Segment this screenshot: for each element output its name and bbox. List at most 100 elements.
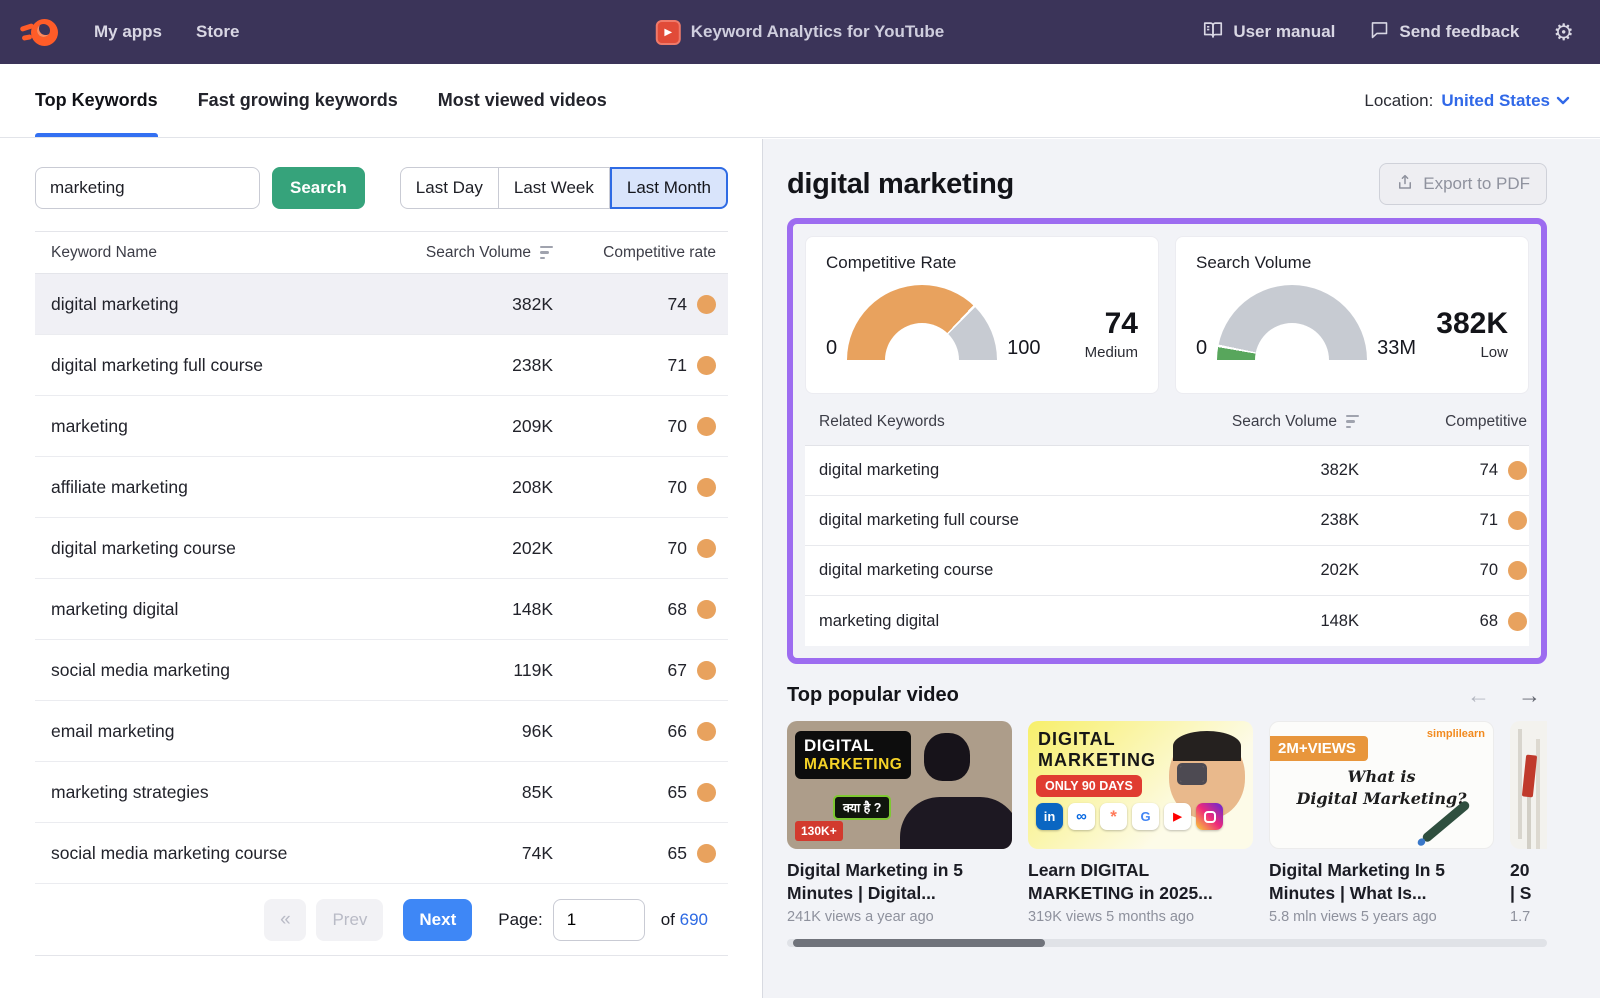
rate-dot <box>697 417 716 436</box>
carousel-right-arrow-icon[interactable]: → <box>1518 682 1541 709</box>
search-button[interactable]: Search <box>272 167 365 209</box>
rate-dot <box>697 722 716 741</box>
user-manual-link[interactable]: User manual <box>1202 19 1335 46</box>
filter-last-month[interactable]: Last Month <box>610 167 728 209</box>
related-table-header: Related Keywords Search Volume Competiti… <box>805 398 1529 446</box>
keyword-cell: marketing digital <box>35 599 383 620</box>
keyword-cell: digital marketing <box>35 294 383 315</box>
video-card[interactable]: DIGITAL MARKETING ONLY 90 DAYS in ∞ * G … <box>1028 721 1253 925</box>
upload-icon <box>1396 173 1414 196</box>
gauge-title: Competitive Rate <box>826 253 1138 273</box>
nav-store[interactable]: Store <box>196 22 239 42</box>
video-card[interactable]: 2M+VIEWS simplilearn What is Digital Mar… <box>1269 721 1494 925</box>
video-card[interactable]: 20 | S 1.7 <box>1510 721 1547 925</box>
volume-cell: 85K <box>383 782 553 803</box>
app-header: ▶ Keyword Analytics for YouTube <box>656 20 944 45</box>
export-to-pdf-button[interactable]: Export to PDF <box>1379 163 1547 205</box>
sort-descending-icon <box>540 246 553 260</box>
gauge-level: Medium <box>1085 344 1138 361</box>
chat-bubble-icon <box>1369 19 1390 45</box>
tab-most-viewed-videos[interactable]: Most viewed videos <box>438 64 607 137</box>
total-pages-link[interactable]: 690 <box>680 910 708 929</box>
send-feedback-link[interactable]: Send feedback <box>1369 19 1519 45</box>
highlighted-summary-box: Competitive Rate 0 100 74 Medi <box>787 218 1547 664</box>
rate-cell: 74 <box>553 294 728 315</box>
table-row[interactable]: marketing 209K 70 <box>35 396 728 457</box>
table-row[interactable]: social media marketing course 74K 65 <box>35 823 728 884</box>
time-filter-segment: Last Day Last Week Last Month <box>400 167 728 209</box>
video-thumbnail <box>1510 721 1547 849</box>
table-row[interactable]: marketing strategies 85K 65 <box>35 762 728 823</box>
related-row[interactable]: digital marketing course 202K 70 <box>805 546 1529 596</box>
video-thumbnail: DIGITAL MARKETING ONLY 90 DAYS in ∞ * G … <box>1028 721 1253 849</box>
nav-my-apps[interactable]: My apps <box>94 22 162 42</box>
keyword-cell: social media marketing course <box>35 843 383 864</box>
tab-fast-growing-keywords[interactable]: Fast growing keywords <box>198 64 398 137</box>
keyword-cell: marketing strategies <box>35 782 383 803</box>
video-thumbnail: 2M+VIEWS simplilearn What is Digital Mar… <box>1269 721 1494 849</box>
table-header: Keyword Name Search Volume Competitive r… <box>35 232 728 274</box>
table-row[interactable]: affiliate marketing 208K 70 <box>35 457 728 518</box>
keywords-panel: Search Last Day Last Week Last Month Key… <box>0 139 761 998</box>
page-total: of 690 <box>661 910 708 930</box>
rate-dot <box>697 600 716 619</box>
search-input[interactable] <box>35 167 260 209</box>
competitive-rate-card: Competitive Rate 0 100 74 Medi <box>805 236 1159 394</box>
table-row[interactable]: email marketing 96K 66 <box>35 701 728 762</box>
logo-ball <box>31 19 58 46</box>
volume-cell: 119K <box>383 660 553 681</box>
gauge-value: 382K <box>1436 307 1508 341</box>
keyword-detail-panel: digital marketing Export to PDF Competit… <box>762 139 1600 998</box>
views-badge: 2M+VIEWS <box>1270 736 1368 761</box>
video-card[interactable]: DIGITAL MARKETING क्या है ? 130K+ Digita… <box>787 721 1012 925</box>
volume-cell: 148K <box>383 599 553 620</box>
table-row[interactable]: digital marketing full course 238K 71 <box>35 335 728 396</box>
video-title: Digital Marketing In 5 Minutes | What Is… <box>1269 859 1494 905</box>
book-icon <box>1202 19 1224 46</box>
rate-cell: 67 <box>553 660 728 681</box>
related-row[interactable]: marketing digital 148K 68 <box>805 596 1529 646</box>
carousel-left-arrow-icon[interactable]: ← <box>1467 682 1490 709</box>
rate-dot <box>697 478 716 497</box>
related-keywords-table: Related Keywords Search Volume Competiti… <box>805 398 1529 646</box>
table-row[interactable]: marketing digital 148K 68 <box>35 579 728 640</box>
filter-last-day[interactable]: Last Day <box>400 167 499 209</box>
rate-cell: 71 <box>1359 511 1529 530</box>
header-competitive: Competitive <box>1359 413 1529 431</box>
location-selector[interactable]: United States <box>1441 91 1570 111</box>
semrush-logo-icon[interactable] <box>20 15 60 49</box>
rate-dot <box>697 661 716 680</box>
horizontal-scrollbar-track[interactable] <box>787 939 1547 947</box>
table-row[interactable]: digital marketing 382K 74 <box>35 274 728 335</box>
app-title: Keyword Analytics for YouTube <box>691 22 944 42</box>
first-page-button[interactable]: « <box>264 899 306 941</box>
horizontal-scrollbar-thumb[interactable] <box>793 939 1045 947</box>
video-thumbnail: DIGITAL MARKETING क्या है ? 130K+ <box>787 721 1012 849</box>
rate-dot <box>697 844 716 863</box>
keyword-cell: digital marketing course <box>35 538 383 559</box>
related-row[interactable]: digital marketing 382K 74 <box>805 446 1529 496</box>
related-row[interactable]: digital marketing full course 238K 71 <box>805 496 1529 546</box>
table-row[interactable]: digital marketing course 202K 70 <box>35 518 728 579</box>
keyword-cell: affiliate marketing <box>35 477 383 498</box>
volume-cell: 209K <box>383 416 553 437</box>
gauge-min-label: 0 <box>826 337 837 361</box>
tab-top-keywords[interactable]: Top Keywords <box>35 64 158 137</box>
page-number-input[interactable] <box>553 899 645 941</box>
rate-cell: 70 <box>553 538 728 559</box>
table-row[interactable]: social media marketing 119K 67 <box>35 640 728 701</box>
filter-last-week[interactable]: Last Week <box>499 167 610 209</box>
settings-gear-icon[interactable]: ⚙ <box>1553 21 1574 44</box>
thumbnail-title-text: DIGITAL MARKETING <box>795 731 911 779</box>
prev-page-button[interactable]: Prev <box>316 899 383 941</box>
next-page-button[interactable]: Next <box>403 899 472 941</box>
social-icons-row: in ∞ * G ▶ <box>1036 803 1223 830</box>
linkedin-icon: in <box>1036 803 1063 830</box>
video-meta: 319K views 5 months ago <box>1028 909 1253 925</box>
page-label: Page: <box>498 910 542 930</box>
header-search-volume[interactable]: Search Volume <box>1159 413 1359 431</box>
video-carousel: DIGITAL MARKETING क्या है ? 130K+ Digita… <box>787 721 1547 925</box>
volume-cell: 74K <box>383 843 553 864</box>
header-search-volume[interactable]: Search Volume <box>383 244 553 262</box>
rate-dot <box>1508 511 1527 530</box>
